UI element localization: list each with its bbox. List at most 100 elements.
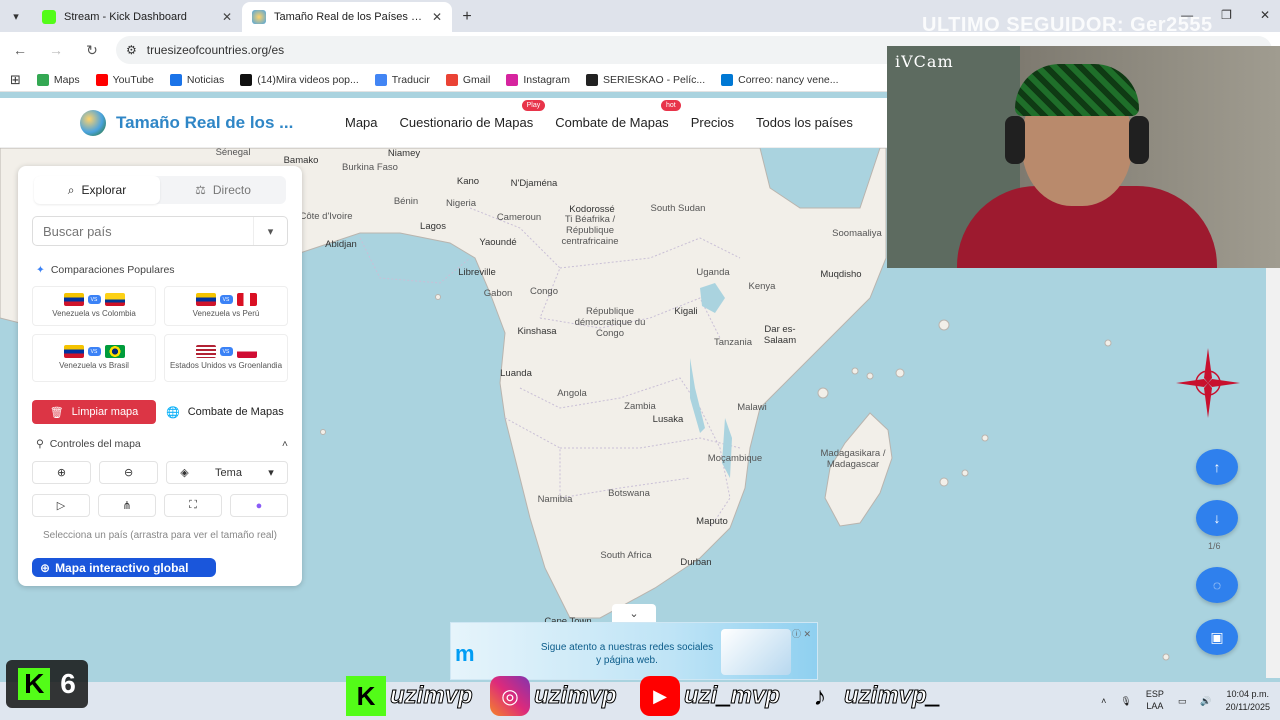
system-tray: ˄ 🎙 ESP LAA ▭ 🔊 10:04 p.m. 20/11/2025 xyxy=(1101,684,1270,718)
map-battle-button[interactable]: 🌐 Combate de Mapas xyxy=(164,400,288,424)
bookmark-icon xyxy=(586,73,598,86)
map-label: Kano xyxy=(456,176,480,187)
browser-tab-kick[interactable]: Stream - Kick Dashboard ✕ xyxy=(32,2,242,32)
forward-arrow-icon[interactable]: → xyxy=(44,38,68,62)
language-indicator[interactable]: ESP LAA xyxy=(1146,689,1164,712)
fullscreen-icon: ⛶ xyxy=(189,499,197,511)
scroll-down-button[interactable]: ↓ xyxy=(1196,500,1238,536)
global-interactive-map-button[interactable]: ⊕ Mapa interactivo global xyxy=(32,558,216,577)
bookmark-item[interactable]: Instagram xyxy=(506,73,570,86)
clear-map-button[interactable]: 🗑 Limpiar mapa xyxy=(32,400,156,424)
ad-close-icon[interactable]: ⓘ ✕ xyxy=(792,627,811,640)
country-search-input[interactable] xyxy=(33,217,253,245)
comparison-card[interactable]: VS Estados Unidos vs Groenlandia xyxy=(164,334,288,382)
map-label: Cameroun xyxy=(496,212,542,223)
browser-tab-truesize[interactable]: Tamaño Real de los Países | Cor ✕ xyxy=(242,2,452,32)
chevron-down-icon[interactable]: ▾ xyxy=(253,217,287,245)
globe-logo-icon xyxy=(80,110,106,136)
chevron-down-icon: ⌄ xyxy=(629,607,639,620)
last-follower-overlay: ULTIMO SEGUIDOR: Ger2555 xyxy=(922,14,1213,36)
color-palette-button[interactable]: ● xyxy=(230,494,288,517)
map-controls-heading[interactable]: ⚲ Controles del mapa ˄ xyxy=(36,438,288,450)
site-info-icon[interactable]: ⚙ xyxy=(126,43,137,57)
site-logo-text: Tamaño Real de los ... xyxy=(116,113,294,132)
globe-icon: 🌐 xyxy=(166,406,180,419)
map-label: Tanzania xyxy=(713,337,753,348)
tab-explore[interactable]: ⌕ Explorar xyxy=(34,176,160,204)
apps-grid-icon[interactable]: ⊞ xyxy=(10,72,21,88)
bookmark-item[interactable]: Noticias xyxy=(169,73,224,86)
site-nav: Mapa Cuestionario de Mapas Play Combate d… xyxy=(345,98,853,146)
comparison-card[interactable]: VS Venezuela vs Perú xyxy=(164,286,288,326)
bookmark-icon xyxy=(240,73,253,86)
share-button[interactable]: ⋔ xyxy=(98,494,156,517)
zoom-out-button[interactable]: ⊖ xyxy=(99,461,159,484)
theme-select[interactable]: ◈ Tema ▾ xyxy=(166,461,289,484)
bookmark-item[interactable]: YouTube xyxy=(95,73,154,86)
nav-map[interactable]: Mapa xyxy=(345,115,378,130)
social-handle: uzi_mvp xyxy=(683,682,781,710)
back-arrow-icon[interactable]: ← xyxy=(8,38,32,62)
chat-icon: ◌ xyxy=(1212,577,1222,593)
reload-icon[interactable]: ↻ xyxy=(80,38,104,62)
map-label: Kenya xyxy=(748,281,776,292)
map-label: Zambia xyxy=(624,401,656,412)
bookmark-item[interactable]: Gmail xyxy=(445,73,490,86)
map-label: Burkina Faso xyxy=(342,162,398,173)
ad-text: Sigue atento a nuestras redes sociales y… xyxy=(540,642,714,666)
plus-circle-icon: ⊕ xyxy=(40,560,51,575)
nav-map-battle[interactable]: Combate de Mapas hot xyxy=(555,99,681,130)
social-kick: K uzimvp xyxy=(346,676,473,716)
nav-all-countries[interactable]: Todos los países xyxy=(756,115,853,130)
country-search[interactable]: ▾ xyxy=(32,216,288,246)
bookmark-icon xyxy=(445,73,458,86)
bookmark-item[interactable]: Traducir xyxy=(374,73,430,86)
map-label: Côte d'Ivoire xyxy=(299,211,353,222)
page-indicator: 1/6 xyxy=(1208,541,1221,551)
maximize-icon[interactable]: ❐ xyxy=(1221,8,1232,22)
tab-direct[interactable]: ⚖ Directo xyxy=(160,176,286,204)
zoom-in-button[interactable]: ⊕ xyxy=(32,461,92,484)
system-clock[interactable]: 10:04 p.m. 20/11/2025 xyxy=(1226,688,1270,713)
social-tiktok: ♪ uzimvp_ xyxy=(800,676,941,716)
ad-collapse-button[interactable]: ⌄ xyxy=(612,604,656,622)
bookmark-item[interactable]: SERIESKAO - Pelíc... xyxy=(586,73,705,86)
close-window-icon[interactable]: ✕ xyxy=(1260,8,1270,22)
nav-pricing[interactable]: Precios xyxy=(691,115,734,130)
url-text: truesizeofcountries.org/es xyxy=(146,43,285,57)
screenshot-button[interactable]: ▣ xyxy=(1196,619,1238,655)
close-tab-icon[interactable]: ✕ xyxy=(222,10,232,24)
chevron-up-icon[interactable]: ˄ xyxy=(1101,696,1106,706)
zoom-out-icon: ⊖ xyxy=(123,467,134,479)
zoom-in-icon: ⊕ xyxy=(56,467,67,479)
vs-badge: VS xyxy=(219,295,233,305)
fullscreen-button[interactable]: ⛶ xyxy=(164,494,222,517)
new-tab-plus-icon[interactable]: + xyxy=(452,2,482,32)
comparison-card[interactable]: VS Venezuela vs Colombia xyxy=(32,286,156,326)
vs-badge: VS xyxy=(87,347,101,357)
chevron-up-icon: ˄ xyxy=(281,438,288,450)
panel-tabs: ⌕ Explorar ⚖ Directo xyxy=(34,176,286,204)
volume-icon[interactable]: 🔊 xyxy=(1200,696,1211,707)
advertisement-banner[interactable]: m Sigue atento a nuestras redes sociales… xyxy=(450,622,818,680)
tab-list-chevron-icon[interactable]: ▾ xyxy=(0,0,32,32)
bookmark-item[interactable]: Maps xyxy=(36,73,80,86)
map-label: Libreville xyxy=(458,267,496,278)
microphone-icon[interactable]: 🎙 xyxy=(1120,696,1131,707)
browser-tab-title: Tamaño Real de los Países | Cor xyxy=(274,11,424,23)
peru-flag-icon xyxy=(236,293,257,307)
scroll-up-button[interactable]: ↑ xyxy=(1196,449,1238,485)
comparison-label: Venezuela vs Brasil xyxy=(59,361,129,371)
map-label: Durban xyxy=(680,557,712,568)
headset-icon xyxy=(1005,116,1025,164)
play-button[interactable]: ▷ xyxy=(32,494,90,517)
social-youtube: ▶ uzi_mvp xyxy=(640,676,781,716)
bookmark-item[interactable]: Correo: nancy vene... xyxy=(721,73,839,86)
close-tab-icon[interactable]: ✕ xyxy=(432,10,442,24)
nav-quiz[interactable]: Cuestionario de Mapas Play xyxy=(400,99,546,130)
network-icon[interactable]: ▭ xyxy=(1178,696,1187,707)
site-logo[interactable]: Tamaño Real de los ... xyxy=(80,110,293,136)
chat-button[interactable]: ◌ xyxy=(1196,567,1238,603)
comparison-card[interactable]: VS Venezuela vs Brasil xyxy=(32,334,156,382)
bookmark-item[interactable]: (14)Mira videos pop... xyxy=(240,73,359,86)
